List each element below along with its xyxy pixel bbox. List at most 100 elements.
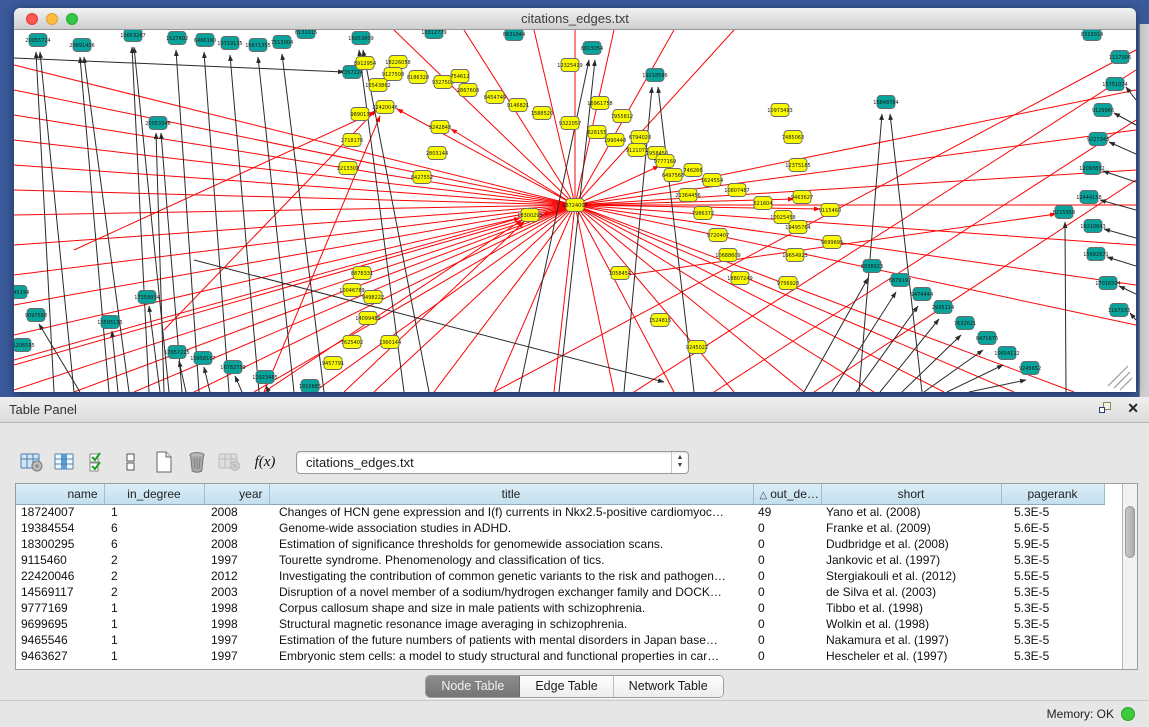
graph-edge[interactable] (344, 222, 524, 392)
graph-node[interactable]: 9777169 (654, 155, 676, 168)
graph-edge[interactable] (204, 367, 210, 392)
graph-edge[interactable] (804, 278, 868, 392)
graph-node[interactable]: 9146821 (507, 99, 529, 112)
graph-edge[interactable] (235, 376, 242, 392)
graph-node[interactable]: 12093832 (1079, 162, 1104, 175)
graph-edge[interactable] (134, 47, 169, 392)
graph-edge[interactable] (176, 50, 199, 392)
graph-node[interactable]: 13505135 (97, 316, 122, 329)
graph-node[interactable]: 12325419 (557, 59, 582, 72)
graph-node[interactable]: 1588520 (531, 107, 553, 120)
graph-edge[interactable] (924, 350, 983, 392)
graph-edge[interactable] (149, 306, 160, 392)
graph-node[interactable]: 15751074 (1102, 78, 1127, 91)
graph-node[interactable]: 1524815 (649, 314, 671, 327)
graph-node[interactable]: 9245022 (686, 341, 708, 354)
graph-node[interactable]: 9242848 (429, 121, 451, 134)
graph-edge[interactable] (14, 205, 575, 365)
graph-node[interactable]: 17359934 (134, 291, 159, 304)
graph-edge[interactable] (1107, 257, 1136, 266)
graph-node[interactable]: 9097588 (25, 309, 47, 322)
row-height-icon[interactable] (114, 446, 147, 478)
graph-edge[interactable] (1119, 286, 1136, 294)
graph-edge[interactable] (1126, 87, 1136, 100)
graph-node[interactable]: 15692971 (1083, 248, 1108, 261)
graph-node[interactable]: 8912954 (354, 57, 376, 70)
graph-edge[interactable] (859, 114, 882, 392)
graph-node[interactable]: 16053809 (348, 32, 373, 45)
graph-node[interactable]: 8215958 (1053, 206, 1075, 219)
graph-node[interactable]: 9121072 (626, 144, 648, 157)
graph-edge[interactable] (1103, 171, 1136, 182)
graph-node[interactable]: 7485063 (782, 131, 804, 144)
float-panel-icon[interactable] (1099, 401, 1113, 415)
graph-node[interactable]: 8131015 (295, 30, 317, 39)
graph-edge[interactable] (575, 205, 1074, 392)
function-builder-icon[interactable]: f(x) (246, 454, 284, 471)
graph-node[interactable]: 1058454 (609, 267, 631, 280)
graph-edge[interactable] (14, 190, 575, 205)
graph-edge[interactable] (84, 57, 129, 392)
graph-node[interactable]: 20053346 (145, 117, 170, 130)
graph-node[interactable]: 19654923 (782, 249, 807, 262)
graph-node[interactable]: 2935114 (932, 301, 954, 314)
graph-node[interactable]: 746266 (683, 164, 702, 177)
graph-node[interactable]: 12375185 (785, 159, 810, 172)
graph-edge[interactable] (14, 58, 344, 72)
scrollbar-thumb[interactable] (1125, 506, 1135, 558)
graph-node[interactable]: 17016504 (1095, 277, 1120, 290)
select-rows-icon[interactable] (81, 446, 114, 478)
memory-ok-indicator-icon[interactable] (1121, 707, 1135, 721)
graph-node[interactable]: 8186328 (407, 71, 429, 84)
graph-edge[interactable] (575, 205, 1136, 325)
graph-edge[interactable] (969, 380, 1026, 392)
graph-edge[interactable] (156, 133, 164, 392)
graph-node[interactable]: 2867608 (457, 84, 479, 97)
graph-node[interactable]: 6497568 (662, 169, 684, 182)
graph-node[interactable]: 16961758 (587, 97, 612, 110)
graph-node[interactable]: 1117306 (1109, 51, 1131, 64)
graph-node[interactable]: 989013 (350, 108, 369, 121)
graph-edge[interactable] (112, 331, 118, 392)
graph-node[interactable]: 10312779 (421, 30, 446, 39)
graph-node[interactable]: 16782759 (220, 361, 245, 374)
table-select-dropdown[interactable]: citations_edges.txt ▲▼ (296, 451, 689, 474)
graph-node[interactable]: 21206595 (14, 339, 35, 352)
graph-edge[interactable] (575, 205, 944, 392)
graph-edge[interactable] (39, 324, 80, 392)
graph-node[interactable]: 10958107 (190, 352, 215, 365)
graph-edge[interactable] (890, 114, 922, 392)
graph-edge[interactable] (230, 55, 259, 392)
graph-node[interactable]: 12923485 (252, 371, 277, 384)
graph-node[interactable]: 9115460 (819, 204, 841, 217)
network-view-canvas[interactable]: 1872400718300295200557242069140610653267… (14, 30, 1136, 392)
graph-node[interactable]: 8631044 (503, 30, 525, 41)
column-header-short[interactable]: short (821, 484, 1001, 504)
graph-node[interactable]: 8454749 (484, 91, 506, 104)
graph-edge[interactable] (451, 129, 575, 205)
graph-node[interactable]: 9129966 (1092, 104, 1114, 117)
graph-edge[interactable] (554, 205, 575, 392)
table-row[interactable]: 1872400712008Changes of HCN gene express… (16, 504, 1104, 520)
graph-node[interactable]: 14099489 (355, 312, 380, 325)
graph-node[interactable]: 1990448 (604, 134, 626, 147)
network-window-titlebar[interactable]: citations_edges.txt (14, 8, 1136, 30)
graph-node[interactable]: 1624554 (701, 174, 723, 187)
table-row[interactable]: 946554611997Estimation of the future num… (16, 632, 1104, 648)
graph-node[interactable]: 8313014 (1081, 30, 1103, 41)
graph-edge[interactable] (575, 205, 1136, 245)
tab-node-table[interactable]: Node Table (426, 676, 520, 697)
graph-node[interactable]: 1360144 (379, 336, 401, 349)
graph-edge[interactable] (464, 30, 575, 205)
graph-node[interactable]: 16543862 (365, 79, 390, 92)
graph-node[interactable]: 9756928 (777, 277, 799, 290)
table-row[interactable]: 946362711997Embryonic stem cells: a mode… (16, 648, 1104, 664)
graph-node[interactable]: 18807249 (727, 272, 752, 285)
graph-edge[interactable] (179, 361, 186, 392)
column-header-in_degree[interactable]: in_degree (104, 484, 204, 504)
graph-edge[interactable] (1065, 222, 1066, 392)
graph-edge[interactable] (1114, 113, 1136, 125)
graph-node[interactable]: 8938923 (861, 260, 883, 273)
graph-node[interactable]: 18724007 (562, 199, 587, 212)
graph-node[interactable]: 18300295 (517, 209, 542, 222)
